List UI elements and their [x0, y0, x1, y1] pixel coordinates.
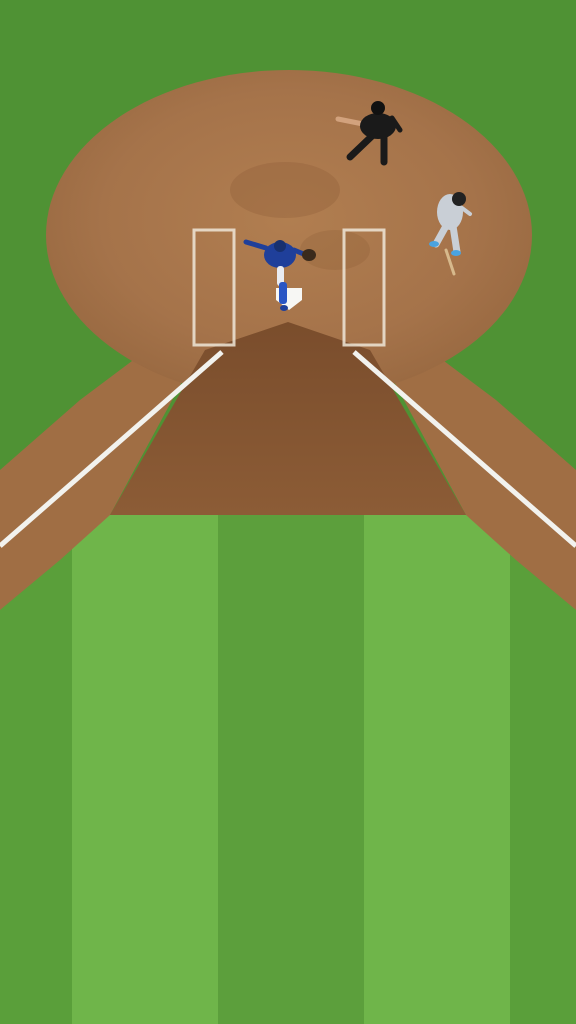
grass-stripe [72, 515, 218, 1024]
grass-stripe [364, 515, 510, 1024]
grass-stripe [218, 515, 364, 1024]
baseball-field-scene [0, 0, 576, 1024]
mowed-grass-stripes [0, 515, 576, 1024]
dirt-wear-patch [230, 162, 340, 218]
